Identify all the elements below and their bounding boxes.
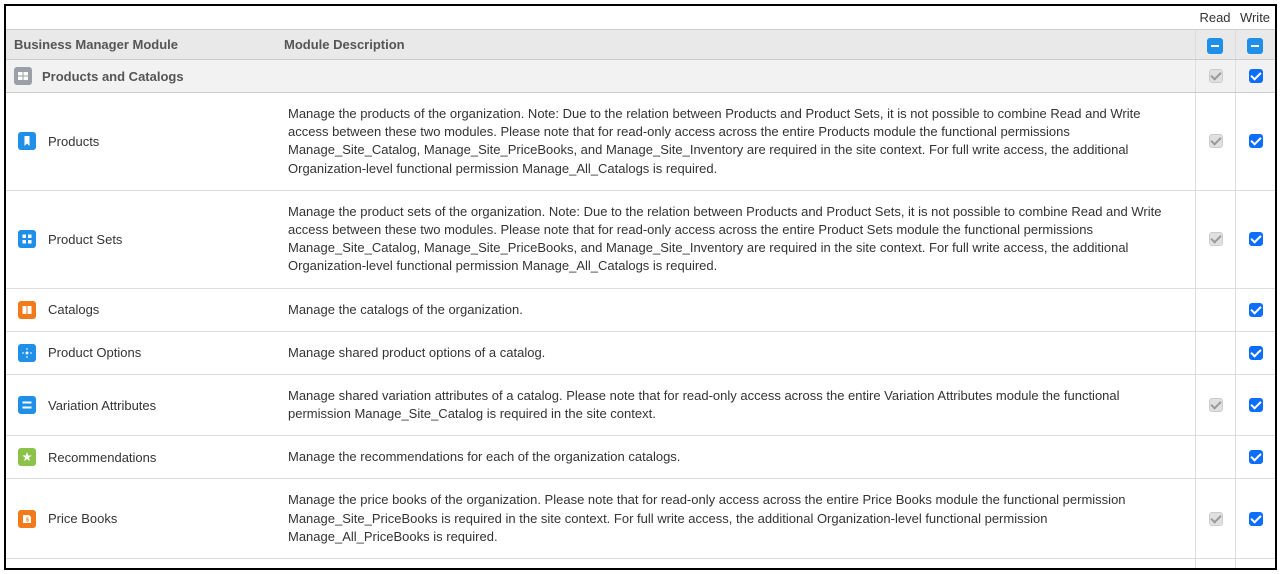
recommendations-read-empty <box>1208 449 1222 463</box>
product-sets-icon <box>18 230 36 248</box>
variation-attributes-icon <box>18 396 36 414</box>
recommendations-write-checkbox[interactable] <box>1249 450 1263 464</box>
group-label: Products and Catalogs <box>42 69 184 84</box>
module-row-products: Products Manage the products of the organ… <box>6 93 1275 191</box>
module-description: Manage shared variation attributes of a … <box>284 381 1187 429</box>
module-description: Manage the inventory of the organization… <box>284 565 1187 570</box>
price-books-read-checkbox <box>1209 512 1223 526</box>
product-options-write-checkbox[interactable] <box>1249 346 1263 360</box>
module-description: Manage the price books of the organizati… <box>284 485 1187 552</box>
products-write-checkbox[interactable] <box>1249 134 1263 148</box>
module-description: Manage the recommendations for each of t… <box>284 442 1187 472</box>
permissions-table: Read Write Business Manager Module Modul… <box>6 6 1275 570</box>
toggle-all-write[interactable] <box>1247 38 1263 54</box>
product-sets-write-checkbox[interactable] <box>1249 232 1263 246</box>
catalogs-icon <box>18 301 36 319</box>
module-row-recommendations: Recommendations Manage the recommendation… <box>6 436 1275 479</box>
group-read-checkbox <box>1209 69 1223 83</box>
variation-attributes-write-checkbox[interactable] <box>1249 398 1263 412</box>
module-row-catalogs: Catalogs Manage the catalogs of the organ… <box>6 288 1275 331</box>
svg-text:$: $ <box>26 517 29 523</box>
module-row-inventory: InventoryManage the inventory of the org… <box>6 559 1275 571</box>
group-write-checkbox[interactable] <box>1249 69 1263 83</box>
module-row-product-options: Product Options Manage shared product opt… <box>6 331 1275 374</box>
price-books-icon: $ <box>18 510 36 528</box>
module-name: Price Books <box>48 511 117 526</box>
module-row-product-sets: Product Sets Manage the product sets of t… <box>6 190 1275 288</box>
column-labels-row: Read Write <box>6 6 1275 30</box>
module-name: Product Options <box>48 345 141 360</box>
product-icon <box>18 132 36 150</box>
module-description: Manage the products of the organization.… <box>284 99 1187 184</box>
module-description: Manage the catalogs of the organization. <box>284 295 1187 325</box>
product-sets-read-checkbox <box>1209 232 1223 246</box>
description-header: Module Description <box>284 37 405 52</box>
module-description: Manage shared product options of a catal… <box>284 338 1187 368</box>
module-description: Manage the product sets of the organizat… <box>284 197 1187 282</box>
module-row-variation-attributes: Variation Attributes Manage shared variat… <box>6 374 1275 435</box>
toggle-all-read[interactable] <box>1207 38 1223 54</box>
catalogs-write-checkbox[interactable] <box>1249 303 1263 317</box>
recommendations-icon <box>18 448 36 466</box>
group-row-products-catalogs: Products and Catalogs <box>6 60 1275 93</box>
module-name: Variation Attributes <box>48 398 156 413</box>
product-options-icon <box>18 344 36 362</box>
products-read-checkbox <box>1209 134 1223 148</box>
module-row-price-books: $ Price Books Manage the price books of th… <box>6 479 1275 559</box>
product-options-read-empty <box>1208 344 1222 358</box>
table-header-row: Business Manager Module Module Descripti… <box>6 30 1275 60</box>
module-name: Catalogs <box>48 302 99 317</box>
group-catalog-icon <box>14 67 32 85</box>
module-name: Recommendations <box>48 450 156 465</box>
catalogs-read-empty <box>1208 301 1222 315</box>
variation-attributes-read-checkbox <box>1209 398 1223 412</box>
module-name: Products <box>48 134 99 149</box>
price-books-write-checkbox[interactable] <box>1249 512 1263 526</box>
write-column-label: Write <box>1240 10 1270 25</box>
module-header: Business Manager Module <box>14 37 178 52</box>
module-name: Product Sets <box>48 232 122 247</box>
read-column-label: Read <box>1199 10 1230 25</box>
